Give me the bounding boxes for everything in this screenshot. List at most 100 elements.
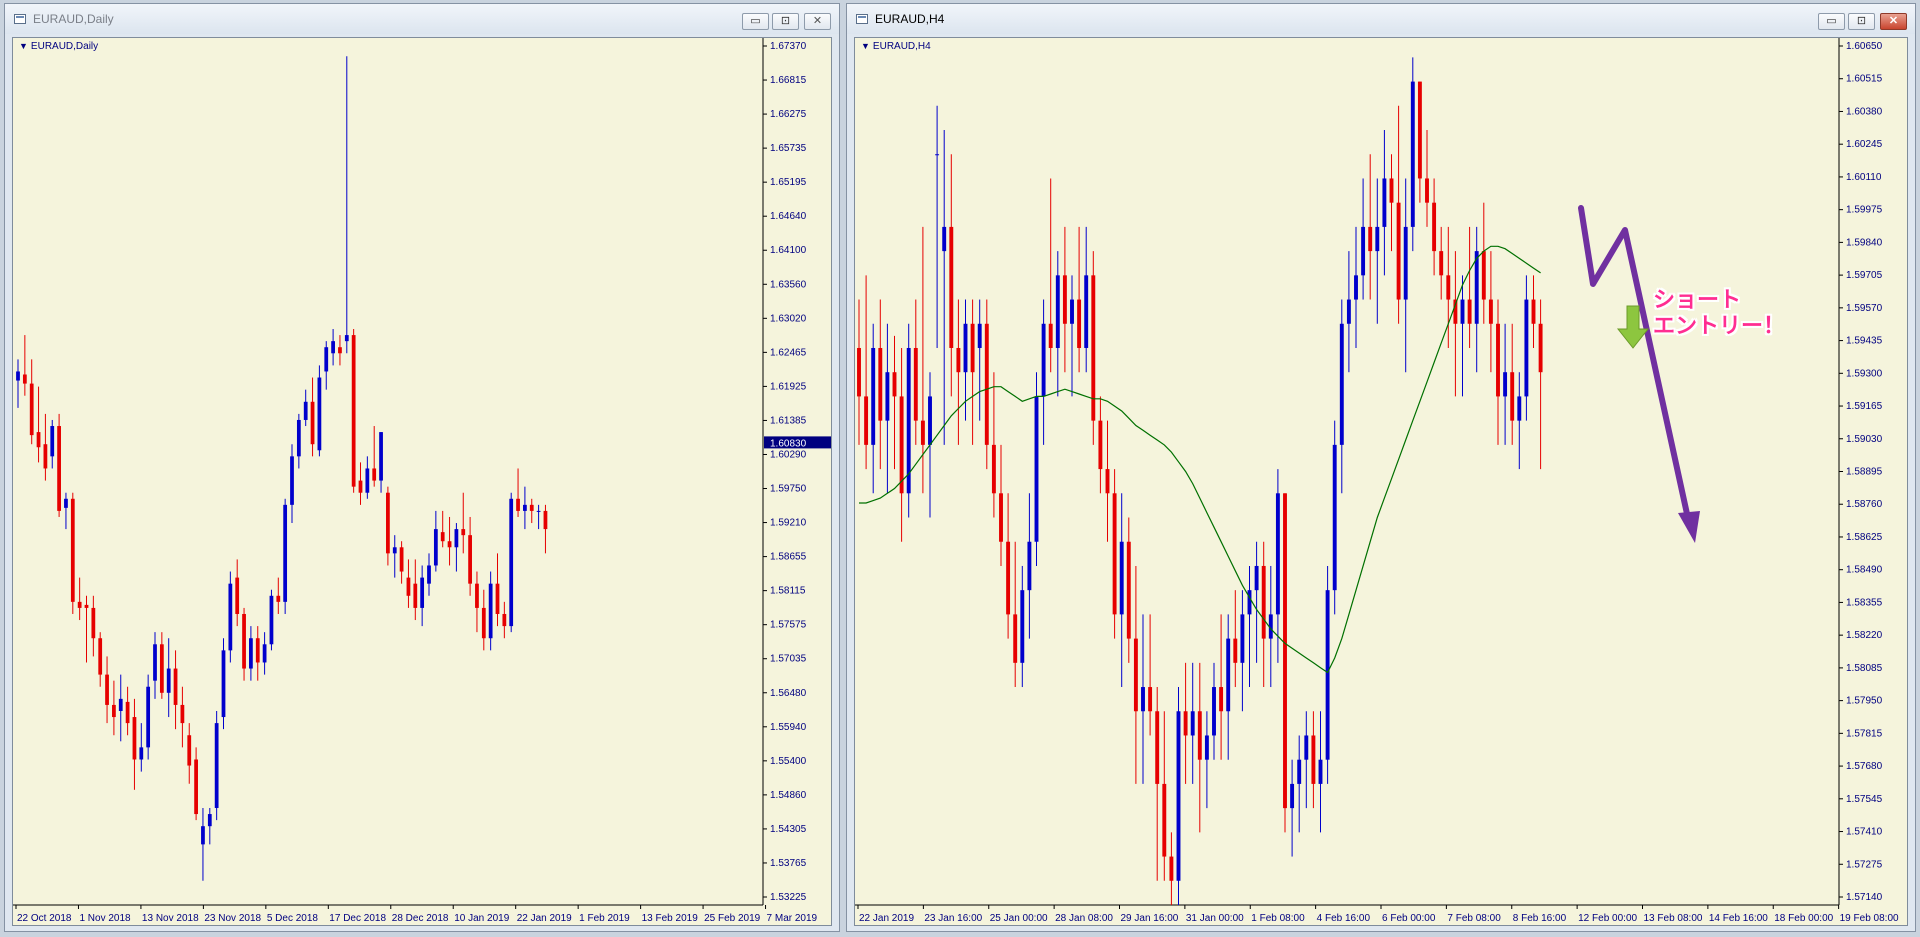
bear-candle — [132, 717, 137, 760]
bear-candle — [358, 480, 363, 493]
price-tick-label: 1.67370 — [770, 41, 807, 52]
price-tick-label: 1.60245 — [1846, 139, 1883, 150]
bull-candle — [1339, 323, 1344, 445]
price-tick-label: 1.64100 — [770, 245, 807, 256]
bear-candle — [529, 504, 534, 511]
close-button[interactable]: ✕ — [804, 13, 831, 30]
price-tick-label: 1.59705 — [1846, 270, 1883, 281]
bear-candle — [468, 535, 472, 584]
h4-candlestick-chart[interactable]: 1.60650 1.60515 1.60380 1.60245 1.60110 1.599… — [855, 38, 1908, 926]
bull-candle — [283, 504, 288, 602]
bull-candle — [1517, 396, 1522, 421]
time-tick-label: 4 Feb 16:00 — [1317, 913, 1371, 924]
bear-candle — [1162, 783, 1167, 857]
price-tick-label: 1.58355 — [1846, 597, 1883, 608]
bear-candle — [91, 607, 96, 639]
bear-candle — [1283, 493, 1287, 809]
daily-window-titlebar[interactable]: EURAUD,Daily ▭ ⊡ ✕ — [5, 4, 839, 34]
price-tick-label: 1.54305 — [770, 824, 807, 835]
bear-candle — [70, 498, 75, 602]
price-tick-label: 1.66275 — [770, 109, 807, 120]
bear-candle — [105, 674, 109, 705]
bear-candle — [481, 607, 486, 639]
bear-candle — [29, 383, 34, 436]
bull-candle — [433, 529, 438, 566]
price-tick-label: 1.59030 — [1846, 434, 1883, 445]
price-tick-label: 1.59975 — [1846, 205, 1883, 216]
maximize-button[interactable]: ⊡ — [772, 13, 799, 30]
bear-candle — [913, 347, 918, 421]
bear-candle — [1105, 469, 1110, 494]
bull-candle — [269, 595, 274, 645]
price-tick-label: 1.58760 — [1846, 499, 1883, 510]
daily-chart-window[interactable]: EURAUD,Daily ▭ ⊡ ✕ 1.67370 1.66815 1.66275… — [4, 3, 840, 932]
price-tick-label: 1.62465 — [770, 347, 807, 358]
price-tick-label: 1.59165 — [1846, 401, 1883, 412]
h4-window-titlebar[interactable]: EURAUD,H4 ▭ ⊡ ✕ — [847, 4, 1915, 34]
bear-candle — [920, 420, 925, 445]
price-tick-label: 1.66815 — [770, 75, 807, 86]
price-tick-label: 1.59435 — [1846, 336, 1883, 347]
bear-candle — [413, 583, 418, 608]
short-entry-annotation: ショート エントリー！ — [1653, 288, 1785, 340]
time-tick-label: 29 Jan 16:00 — [1121, 913, 1179, 924]
bull-candle — [420, 577, 425, 608]
bear-candle — [1368, 226, 1373, 252]
bull-candle — [1403, 226, 1408, 300]
minimize-button[interactable]: ▭ — [1818, 13, 1845, 30]
bear-candle — [372, 468, 377, 481]
bull-candle — [977, 323, 982, 348]
bull-candle — [1141, 687, 1145, 712]
maximize-button[interactable]: ⊡ — [1848, 13, 1875, 30]
minimize-button[interactable]: ▭ — [742, 13, 769, 30]
bear-candle — [1425, 178, 1429, 203]
price-tick-label: 1.57950 — [1846, 696, 1883, 707]
price-tick-label: 1.57410 — [1846, 827, 1883, 838]
bear-candle — [1006, 541, 1011, 615]
bear-candle — [999, 493, 1003, 542]
bear-candle — [1496, 323, 1500, 397]
daily-candlestick-chart[interactable]: 1.67370 1.66815 1.66275 1.65735 1.65195 1.646… — [13, 38, 832, 926]
bull-candle — [963, 323, 968, 373]
bear-candle — [1169, 856, 1174, 881]
bear-candle — [1112, 493, 1117, 615]
time-tick-label: 1 Nov 2018 — [79, 913, 131, 924]
h4-chart-area[interactable]: 1.60650 1.60515 1.60380 1.60245 1.60110 1.599… — [854, 37, 1908, 926]
bear-candle — [461, 529, 466, 536]
bear-candle — [187, 735, 192, 766]
time-tick-label: 22 Jan 2019 — [859, 913, 914, 924]
time-tick-label: 25 Jan 00:00 — [990, 913, 1048, 924]
bull-candle — [1375, 226, 1380, 252]
bear-candle — [1538, 323, 1543, 373]
time-tick-label: 13 Feb 08:00 — [1644, 913, 1703, 924]
daily-chart-symbol-label[interactable]: ▼ EURAUD,Daily — [19, 41, 98, 52]
price-tick-label: 1.61925 — [770, 381, 807, 392]
bear-candle — [351, 335, 356, 487]
bear-candle — [516, 498, 520, 511]
price-tick-label: 1.63020 — [770, 313, 807, 324]
bull-candle — [454, 529, 459, 548]
current-price-label: 1.60830 — [770, 438, 807, 449]
bear-candle — [1233, 638, 1238, 663]
time-tick-label: 22 Oct 2018 — [17, 913, 72, 924]
bull-candle — [207, 814, 212, 827]
price-tick-label: 1.60290 — [770, 449, 807, 460]
h4-window-title: EURAUD,H4 — [875, 12, 945, 26]
daily-chart-area[interactable]: 1.67370 1.66815 1.66275 1.65735 1.65195 1.646… — [12, 37, 832, 926]
h4-chart-symbol-label[interactable]: ▼ EURAUD,H4 — [861, 41, 931, 52]
bear-candle — [475, 583, 479, 608]
bull-candle — [1190, 711, 1195, 736]
bull-candle — [1410, 81, 1415, 227]
bear-candle — [1432, 202, 1437, 252]
bear-candle — [77, 601, 82, 608]
close-button[interactable]: ✕ — [1880, 13, 1907, 30]
h4-chart-window[interactable]: EURAUD,H4 ▭ ⊡ ✕ 1.60650 1.60515 1.60380 1.6… — [846, 3, 1916, 932]
price-tick-label: 1.59570 — [1846, 303, 1883, 314]
bear-candle — [112, 704, 116, 718]
bull-candle — [1474, 251, 1479, 324]
price-tick-label: 1.61385 — [770, 415, 807, 426]
bear-candle — [43, 444, 48, 469]
bull-candle — [1304, 735, 1309, 760]
bear-candle — [1077, 299, 1082, 348]
bear-candle — [864, 396, 869, 445]
